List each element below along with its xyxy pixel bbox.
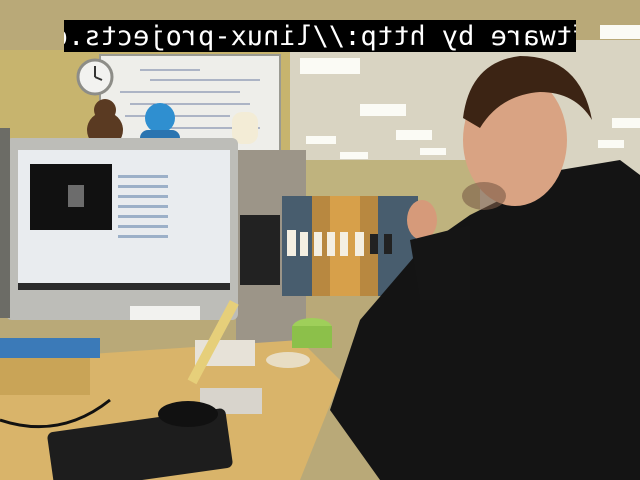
lamp [232, 112, 258, 144]
blue-tray [0, 338, 100, 358]
watermark-banner: software by http://linux-projects.org [64, 20, 576, 52]
blue-robot-toy [145, 103, 175, 133]
person-beard [462, 182, 506, 210]
tape-roll [266, 352, 310, 368]
second-monitor-edge [0, 128, 10, 318]
taskbar [18, 283, 230, 290]
desk-label-tag [130, 306, 200, 320]
wooden-box [0, 355, 90, 395]
mouse [158, 401, 218, 427]
photo-scene [0, 0, 640, 480]
webcam-photo: software by http://linux-projects.org [0, 0, 640, 480]
person-hand [407, 200, 437, 240]
monitor-arm [240, 215, 280, 285]
watermark-text: software by http://linux-projects.org [64, 20, 576, 52]
